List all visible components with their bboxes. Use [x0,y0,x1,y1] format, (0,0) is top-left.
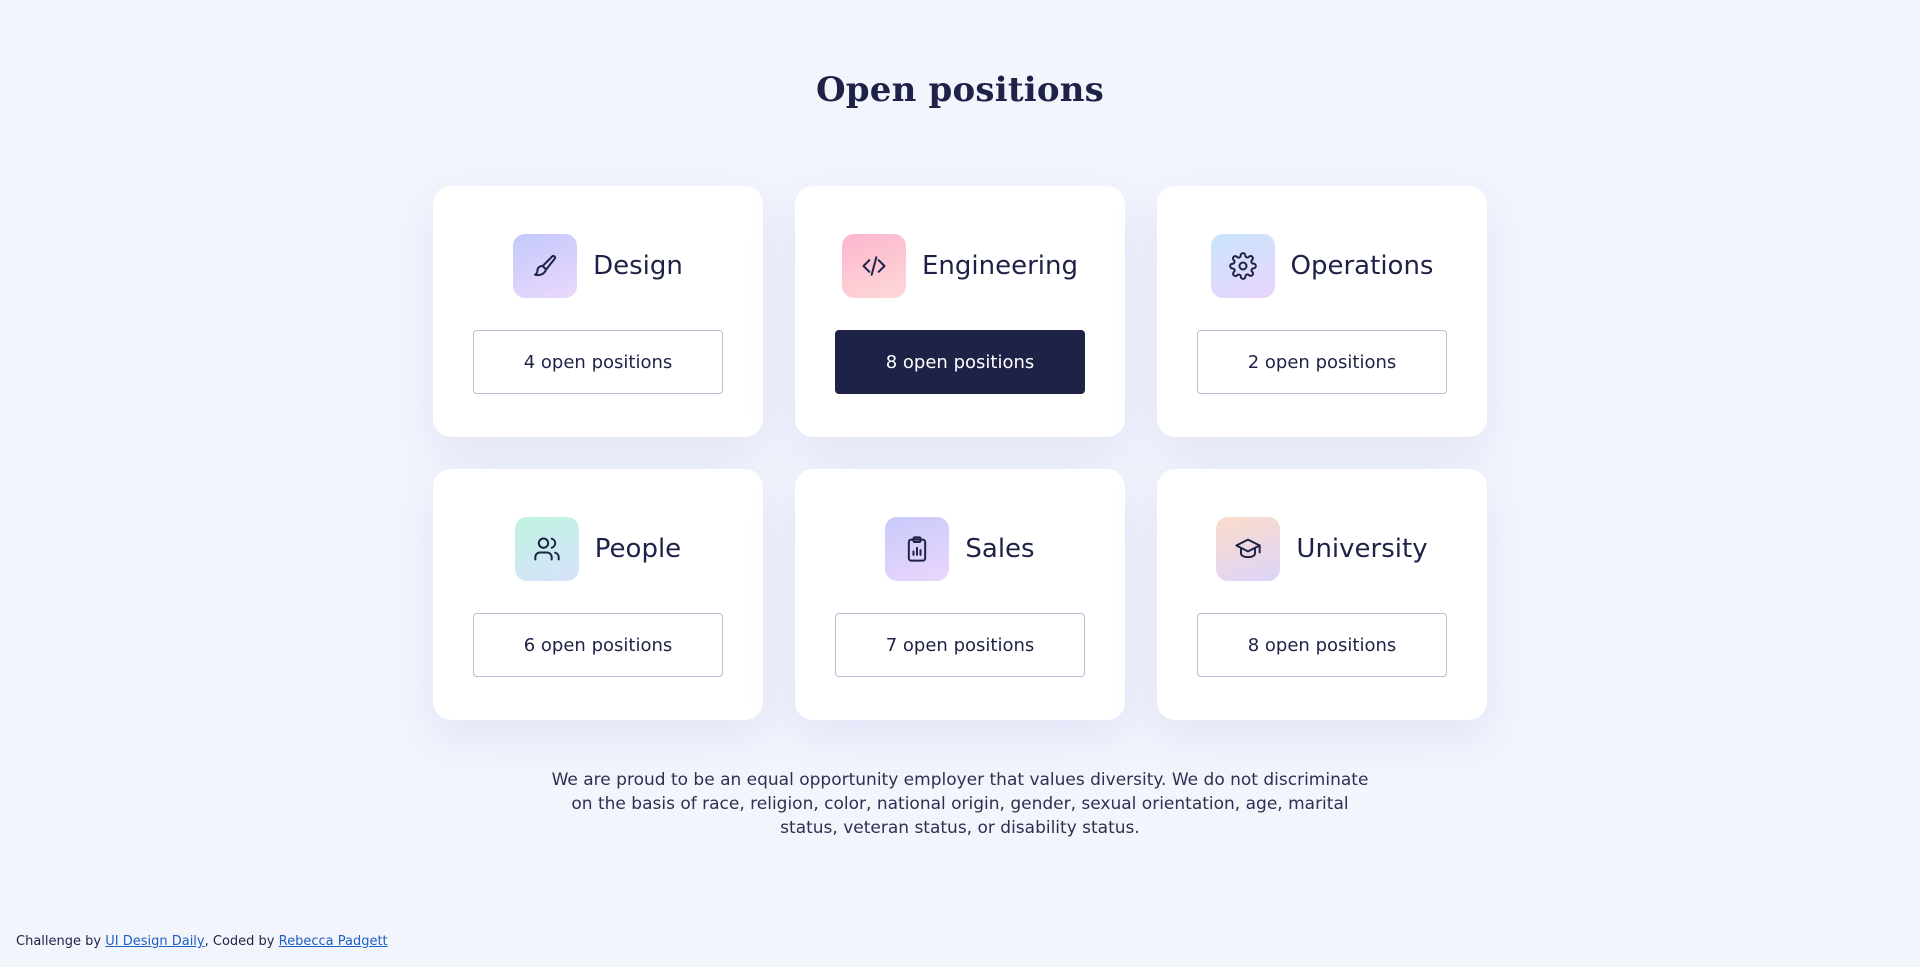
department-card-engineering: Engineering 8 open positions [795,186,1125,437]
page-title: Open positions [815,70,1105,110]
attribution-footer: Challenge by UI Design Daily, Coded by R… [16,934,388,949]
card-header: People [433,517,763,581]
card-header: Engineering [795,234,1125,298]
open-positions-button-design[interactable]: 4 open positions [473,330,723,394]
department-card-university: University 8 open positions [1157,469,1487,720]
equal-opportunity-statement: We are proud to be an equal opportunity … [551,770,1369,838]
department-name: Operations [1290,251,1434,281]
department-name: Sales [965,534,1035,564]
department-name: Design [593,251,683,281]
department-card-people: People 6 open positions [433,469,763,720]
department-card-design: Design 4 open positions [433,186,763,437]
graduation-cap-icon [1216,517,1281,581]
paintbrush-icon [513,234,578,298]
department-name: University [1296,534,1428,564]
department-card-sales: Sales 7 open positions [795,469,1125,720]
attribution-middle: , Coded by [204,934,279,949]
department-grid: Design 4 open positions Engineering 8 op… [433,186,1487,720]
department-name: Engineering [922,251,1078,281]
clipboard-chart-icon [885,517,950,581]
challenge-link[interactable]: UI Design Daily [105,934,204,949]
open-positions-button-operations[interactable]: 2 open positions [1197,330,1447,394]
card-header: Operations [1157,234,1487,298]
gear-icon [1210,234,1275,298]
careers-page: Open positions Design 4 open positions E… [0,0,1920,967]
open-positions-button-engineering[interactable]: 8 open positions [835,330,1085,394]
code-icon [842,234,906,298]
card-header: University [1157,517,1487,581]
card-header: Design [433,234,763,298]
open-positions-button-sales[interactable]: 7 open positions [835,613,1085,677]
author-link[interactable]: Rebecca Padgett [279,934,388,949]
users-icon [514,517,579,581]
open-positions-button-university[interactable]: 8 open positions [1197,613,1447,677]
department-name: People [594,534,682,564]
open-positions-button-people[interactable]: 6 open positions [473,613,723,677]
card-header: Sales [795,517,1125,581]
department-card-operations: Operations 2 open positions [1157,186,1487,437]
attribution-prefix: Challenge by [16,934,106,949]
